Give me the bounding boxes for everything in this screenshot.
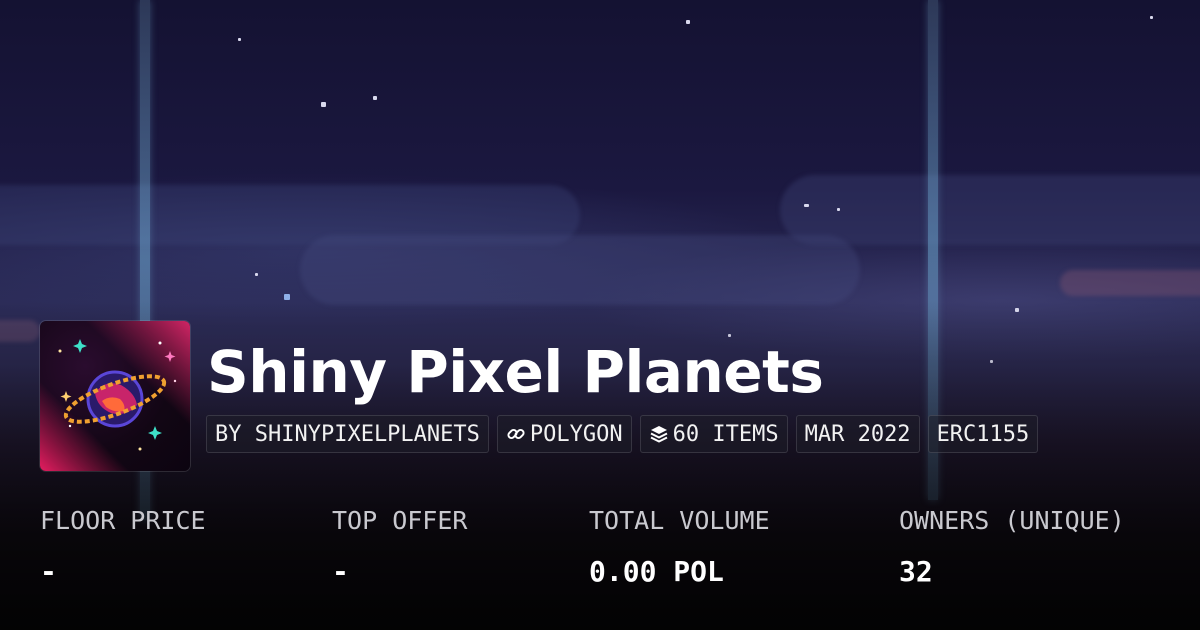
layers-icon xyxy=(650,426,668,443)
star xyxy=(373,96,377,100)
chain-badge[interactable]: POLYGON xyxy=(496,415,632,453)
collection-logo xyxy=(40,321,190,471)
creator-badge[interactable]: BY SHINYPIXELPLANETS xyxy=(206,415,489,453)
collection-title: Shiny Pixel Planets xyxy=(207,338,824,406)
star xyxy=(1150,16,1153,19)
standard-badge: ERC1155 xyxy=(927,415,1039,453)
star xyxy=(804,204,809,207)
star xyxy=(255,273,258,276)
stat-value: - xyxy=(40,555,57,588)
chain-link-icon xyxy=(507,428,525,440)
standard-label: ERC1155 xyxy=(936,421,1030,447)
stat-label: FLOOR PRICE xyxy=(40,506,206,535)
stat-owners: OWNERS (UNIQUE) 32 xyxy=(899,505,1125,590)
stat-value: - xyxy=(332,555,349,588)
planet-icon xyxy=(58,339,177,451)
stat-label: TOP OFFER xyxy=(332,506,468,535)
stat-label: OWNERS (UNIQUE) xyxy=(899,506,1125,535)
stat-total-volume: TOTAL VOLUME 0.00 POL xyxy=(589,505,770,590)
date-badge: MAR 2022 xyxy=(795,415,920,453)
stat-value: 0.00 POL xyxy=(589,555,724,588)
items-badge: 60 ITEMS xyxy=(639,415,788,453)
cloud xyxy=(780,175,1200,245)
collection-badges: BY SHINYPIXELPLANETS POLYGON 60 ITEMS MA… xyxy=(206,415,1039,453)
cloud xyxy=(300,235,860,305)
stat-top-offer: TOP OFFER - xyxy=(332,505,467,590)
star xyxy=(238,38,241,41)
star xyxy=(837,208,840,211)
stat-label: TOTAL VOLUME xyxy=(589,506,770,535)
date-label: MAR 2022 xyxy=(804,421,911,447)
star xyxy=(686,20,690,24)
creator-label: BY SHINYPIXELPLANETS xyxy=(215,421,480,447)
stat-value: 32 xyxy=(899,555,933,588)
stat-floor-price: FLOOR PRICE - xyxy=(40,505,206,590)
items-label: 60 ITEMS xyxy=(672,421,779,447)
chain-label: POLYGON xyxy=(529,421,623,447)
cloud xyxy=(1060,270,1200,296)
star xyxy=(321,102,326,107)
